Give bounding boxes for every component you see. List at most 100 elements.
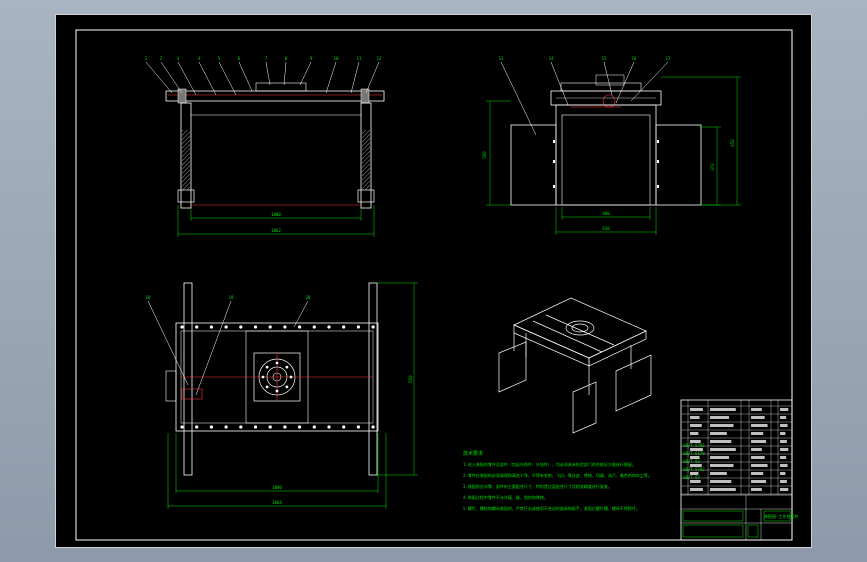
side-callout: 15 [602, 56, 607, 61]
parts-list-text-mark [690, 408, 703, 411]
top-dim-width-inner: 1000 [272, 485, 282, 490]
front-callout: 5 [218, 56, 221, 61]
parts-list-text-mark [710, 408, 736, 411]
parts-list-text-mark [690, 416, 700, 419]
parts-list-text-mark [710, 456, 730, 459]
flange-bolt-hole [289, 375, 293, 379]
top-dim-height: 650 [408, 375, 413, 383]
side-left-panel [510, 124, 557, 206]
top-callout: 19 [229, 295, 234, 300]
parts-list-text-mark [710, 432, 727, 435]
bolt-hole [371, 425, 375, 429]
parts-list-text-mark [710, 488, 736, 491]
tech-requirements-title: 技术要求 [463, 450, 483, 457]
parts-list-text-mark [690, 432, 699, 435]
bolt-hole [195, 425, 199, 429]
top-callout: 18 [146, 295, 151, 300]
parts-list-text-mark [710, 464, 734, 467]
bolt-hole [224, 325, 228, 329]
bolt-hole [180, 325, 184, 329]
bolt-hole [209, 425, 213, 429]
side-dim-outer-width: 610 [602, 226, 610, 231]
parts-list-text-mark [751, 416, 765, 419]
parts-list-text-mark [780, 424, 788, 427]
parts-list-text-mark [780, 440, 787, 443]
part-code: GB/T 93 [683, 459, 700, 464]
parts-list-text-mark [780, 488, 789, 491]
front-callout: 8 [285, 56, 288, 61]
front-callout: 6 [238, 56, 241, 61]
parts-list-text-mark [751, 472, 764, 475]
parts-list-text-mark [710, 424, 734, 427]
parts-list-text-mark [710, 480, 732, 483]
front-dim-outer: 1062 [271, 228, 281, 233]
tech-requirement-item: 5.螺钉、螺栓和螺母紧固时，严禁打击或使用不合适的旋具和扳手。紧固后螺钉槽、螺母… [463, 505, 640, 511]
parts-list-text-mark [710, 448, 736, 451]
side-view: 13 14 15 16 17 500 372 650 400 610 [482, 56, 741, 235]
front-view: 1 2 3 4 5 6 7 8 9 10 11 12 1000 1062 [145, 56, 385, 237]
bolt-hole [312, 325, 316, 329]
front-callout: 12 [377, 56, 382, 61]
part-code: GB/T 6170 [683, 451, 705, 456]
flange-bolt-hole [265, 365, 269, 369]
part-code: GB/T 5783 [683, 443, 705, 448]
bolt-hole [224, 425, 228, 429]
parts-list-text-mark [751, 480, 767, 483]
side-callout: 14 [549, 56, 554, 61]
top-view: 18 19 20 650 1000 1064 [146, 282, 418, 509]
parts-list-text-mark [780, 408, 789, 411]
parts-list-text-mark [751, 432, 764, 435]
bolt-hole [342, 325, 346, 329]
parts-list-text-mark [751, 464, 768, 467]
iso-left-panel [498, 341, 527, 393]
parts-list-text-mark [780, 456, 787, 459]
top-dim-width-outer: 1064 [272, 500, 282, 505]
bolt-hole [371, 325, 375, 329]
parts-list-text-mark [710, 416, 730, 419]
side-callout: 13 [499, 56, 504, 61]
parts-list-text-mark [690, 480, 701, 483]
parts-list-text-mark [710, 472, 727, 475]
parts-list-text-mark [751, 440, 767, 443]
front-callout: 10 [334, 56, 339, 61]
side-dim-inner-width: 400 [602, 211, 610, 216]
parts-list-text-mark [690, 488, 703, 491]
bolt-hole [180, 425, 184, 429]
bolt-hole [209, 325, 213, 329]
parts-list-text-mark [780, 480, 787, 483]
flange-bolt-hole [275, 361, 279, 365]
parts-list-text-mark [710, 440, 732, 443]
parts-list-text-mark [751, 488, 762, 491]
parts-list-text-mark [780, 464, 788, 467]
bolt-hole [253, 425, 258, 429]
bolt-hole [268, 425, 272, 429]
bolt-hole [342, 425, 346, 429]
front-dim-inner: 1000 [271, 212, 281, 217]
iso-top-plate [513, 297, 647, 359]
parts-list-text-mark [690, 424, 702, 427]
bolt-hole [283, 325, 287, 329]
bolt-hole [327, 325, 331, 329]
side-right-panel [655, 124, 702, 206]
bolt-hole [195, 325, 199, 329]
front-right-clamp [360, 88, 370, 104]
cad-drawing: 1 2 3 4 5 6 7 8 9 10 11 12 1000 1062 13 … [75, 29, 798, 541]
bolt-hole [253, 325, 258, 329]
isometric-view [498, 297, 652, 434]
title-block: GB/T 5783 GB/T 6170 GB/T 93 GB/T 5782 GB… [680, 399, 798, 541]
front-callout: 4 [198, 56, 201, 61]
part-code: GB/T 97 [683, 475, 700, 480]
parts-list-text-mark [780, 416, 787, 419]
flange-bolt-hole [261, 375, 265, 379]
flange-bolt-hole [285, 385, 289, 389]
bolt-hole [298, 425, 302, 429]
tech-requirement-item: 4.装配过程中零件不允许磕、碰、划伤和锈蚀。 [463, 494, 548, 500]
tech-requirement-item: 3.装配前应对零、部件的主要配合尺寸，特别是过盈配合尺寸及相关精度进行复查。 [463, 483, 612, 489]
side-callout: 17 [666, 56, 671, 61]
front-callout: 3 [177, 56, 180, 61]
bolt-hole [239, 425, 243, 429]
front-callout: 2 [160, 56, 163, 61]
front-callout: 9 [310, 56, 313, 61]
iso-right-panel [615, 354, 652, 412]
bolt-hole [239, 325, 243, 329]
